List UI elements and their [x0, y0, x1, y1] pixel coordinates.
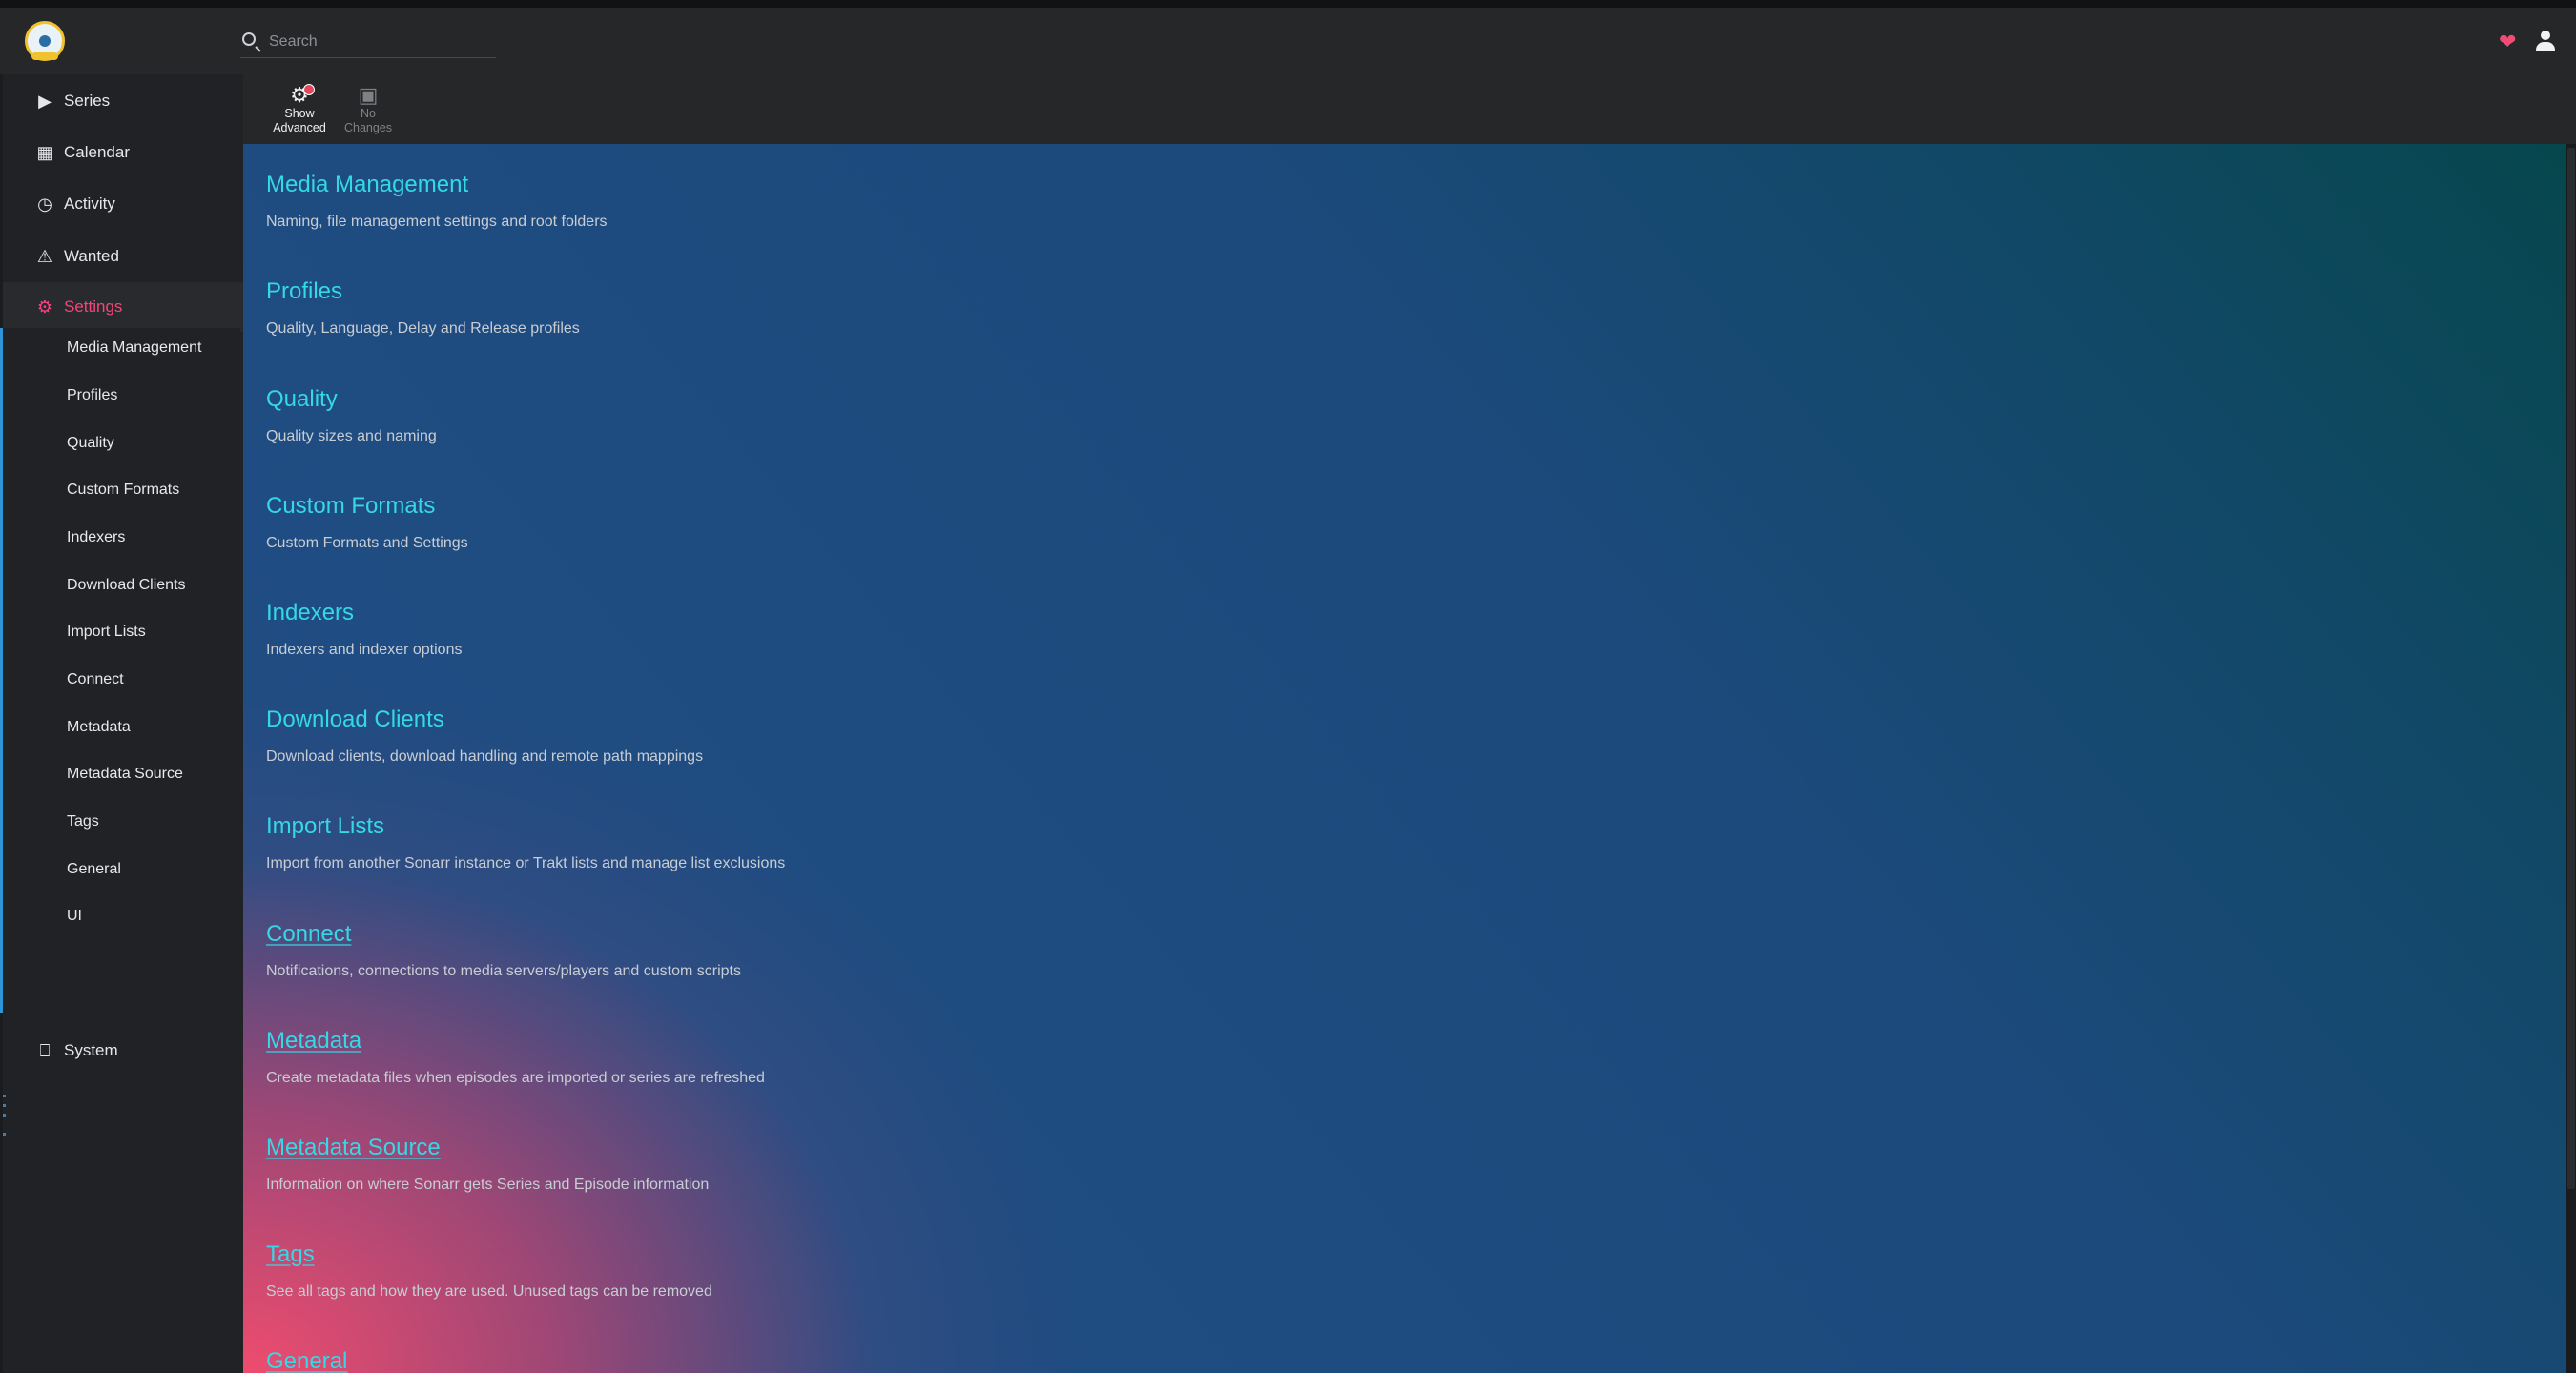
cogs-icon: ⚙: [36, 297, 53, 317]
scrollbar-thumb[interactable]: [2567, 148, 2575, 1189]
submenu-item-metadata[interactable]: Metadata: [67, 719, 131, 736]
section-general: General: [266, 1347, 347, 1373]
heart-icon[interactable]: ❤: [2499, 31, 2516, 52]
submenu-item-metadata-source[interactable]: Metadata Source: [67, 766, 183, 783]
section-indexers: Indexers Indexers and indexer options: [266, 599, 462, 660]
section-description: Custom Formats and Settings: [266, 535, 468, 551]
section-title-link[interactable]: Profiles: [266, 277, 580, 306]
section-description: Information on where Sonarr gets Series …: [266, 1177, 710, 1193]
play-icon: ▶: [38, 92, 52, 111]
section-description: Indexers and indexer options: [266, 642, 463, 658]
section-title-link[interactable]: Indexers: [266, 599, 462, 627]
submenu-item-tags[interactable]: Tags: [67, 813, 99, 830]
sidebar-item-wanted[interactable]: ⚠ Wanted: [3, 232, 243, 281]
section-title-link[interactable]: Import Lists: [266, 812, 785, 841]
section-description: Quality sizes and naming: [266, 428, 437, 444]
section-download-clients: Download Clients Download clients, downl…: [266, 706, 703, 767]
sidebar-item-label: Activity: [64, 195, 115, 213]
app-window: ❤ ▶ Series ▦ Calendar ◷ Activity ⚠ Wante…: [0, 0, 2576, 1373]
section-tags: Tags See all tags and how they are used.…: [266, 1240, 712, 1301]
section-title-link[interactable]: Metadata: [266, 1027, 765, 1055]
sidebar-item-label: Wanted: [64, 247, 119, 265]
sidebar-item-activity[interactable]: ◷ Activity: [3, 179, 243, 229]
settings-submenu: Media Management Profiles Quality Custom…: [0, 328, 240, 1013]
sidebar-item-label: Settings: [64, 297, 123, 316]
show-advanced-label-line2: Advanced: [273, 121, 326, 134]
submenu-item-general[interactable]: General: [67, 861, 121, 878]
page-toolbar: ⚙ Show Advanced ▣ No Changes: [243, 74, 2576, 144]
calendar-icon: ▦: [36, 143, 53, 162]
top-header: ❤: [0, 0, 2576, 74]
sidebar-item-label: Series: [64, 92, 111, 110]
submenu-item-quality[interactable]: Quality: [67, 435, 114, 452]
section-title-link[interactable]: Connect: [266, 920, 741, 949]
sidebar-item-label: Calendar: [64, 143, 130, 161]
search-icon: [242, 32, 256, 46]
top-strip: [0, 0, 2576, 8]
no-changes-label-line2: Changes: [343, 121, 393, 134]
submenu-item-download-clients[interactable]: Download Clients: [67, 577, 186, 594]
sonarr-logo-icon[interactable]: [25, 21, 65, 61]
warning-icon: ⚠: [36, 247, 53, 266]
show-advanced-button[interactable]: ⚙ Show Advanced: [269, 84, 330, 139]
section-description: Notifications, connections to media serv…: [266, 963, 741, 979]
submenu-item-ui[interactable]: UI: [67, 908, 82, 925]
section-quality: Quality Quality sizes and naming: [266, 385, 437, 446]
settings-content: Media Management Naming, file management…: [243, 144, 2566, 1373]
section-title-link[interactable]: Media Management: [266, 171, 608, 199]
section-description: Quality, Language, Delay and Release pro…: [266, 320, 580, 337]
close-badge-icon: [303, 84, 315, 95]
clock-icon: ◷: [37, 195, 52, 214]
search-input[interactable]: [267, 29, 496, 55]
sidebar: ▶ Series ▦ Calendar ◷ Activity ⚠ Wanted …: [0, 74, 243, 1373]
section-description: Download clients, download handling and …: [266, 748, 704, 765]
submenu-item-media-management[interactable]: Media Management: [67, 339, 201, 357]
section-description: Naming, file management settings and roo…: [266, 214, 608, 230]
section-media-management: Media Management Naming, file management…: [266, 171, 608, 232]
section-connect: Connect Notifications, connections to me…: [266, 920, 741, 981]
section-title-link[interactable]: Tags: [266, 1240, 712, 1269]
section-custom-formats: Custom Formats Custom Formats and Settin…: [266, 492, 468, 553]
submenu-item-import-lists[interactable]: Import Lists: [67, 624, 146, 641]
section-title-link[interactable]: Quality: [266, 385, 437, 414]
no-changes-label-line1: No: [361, 107, 376, 120]
section-title-link[interactable]: Metadata Source: [266, 1134, 709, 1162]
gear-icon: ⚙: [269, 84, 330, 107]
section-title-link[interactable]: Custom Formats: [266, 492, 468, 521]
scroll-marker: [3, 1095, 7, 1152]
sidebar-item-calendar[interactable]: ▦ Calendar: [3, 128, 243, 177]
save-button[interactable]: ▣ No Changes: [338, 84, 399, 139]
section-description: Create metadata files when episodes are …: [266, 1070, 765, 1086]
sidebar-item-label: System: [64, 1041, 118, 1059]
content-scrollbar[interactable]: [2566, 144, 2576, 1373]
sidebar-item-settings[interactable]: ⚙ Settings: [3, 282, 243, 332]
laptop-icon: ⎕: [39, 1041, 51, 1060]
sidebar-item-system[interactable]: ⎕ System: [3, 1026, 243, 1076]
section-profiles: Profiles Quality, Language, Delay and Re…: [266, 277, 580, 338]
section-title-link[interactable]: General: [266, 1347, 347, 1373]
user-icon[interactable]: [2536, 31, 2555, 51]
submenu-item-profiles[interactable]: Profiles: [67, 387, 117, 404]
save-icon: ▣: [358, 83, 379, 107]
section-metadata-source: Metadata Source Information on where Son…: [266, 1134, 709, 1195]
section-metadata: Metadata Create metadata files when epis…: [266, 1027, 765, 1088]
search-box: [240, 27, 496, 58]
submenu-item-custom-formats[interactable]: Custom Formats: [67, 482, 179, 499]
submenu-item-connect[interactable]: Connect: [67, 671, 124, 688]
section-title-link[interactable]: Download Clients: [266, 706, 703, 734]
section-import-lists: Import Lists Import from another Sonarr …: [266, 812, 785, 873]
submenu-item-indexers[interactable]: Indexers: [67, 529, 125, 546]
section-description: Import from another Sonarr instance or T…: [266, 855, 786, 871]
sidebar-item-series[interactable]: ▶ Series: [3, 76, 243, 126]
show-advanced-label-line1: Show: [284, 107, 315, 120]
section-description: See all tags and how they are used. Unus…: [266, 1283, 712, 1300]
